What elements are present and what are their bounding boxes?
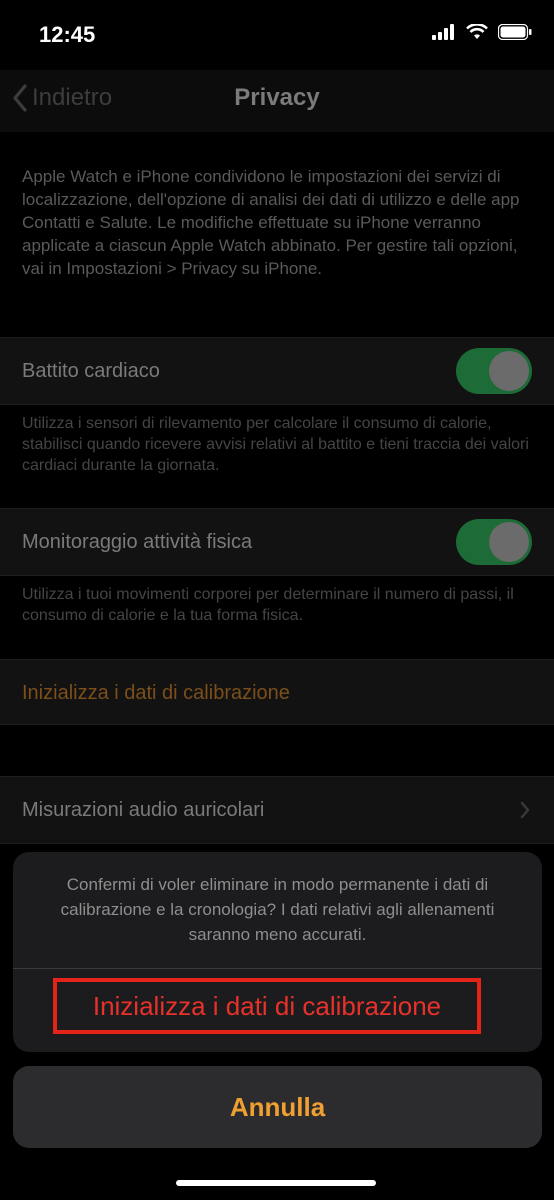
toggle-knob <box>489 351 529 391</box>
reset-calibration-row[interactable]: Inizializza i dati di calibrazione <box>0 659 554 725</box>
reset-calibration-confirm-button[interactable]: Inizializza i dati di calibrazione <box>53 978 481 1034</box>
cancel-button[interactable]: Annulla <box>13 1066 542 1148</box>
cellular-signal-icon <box>432 24 454 40</box>
wifi-icon <box>466 24 488 39</box>
toggle-knob <box>489 522 529 562</box>
fitness-tracking-row: Monitoraggio attività fisica <box>0 508 554 576</box>
intro-description: Apple Watch e iPhone condividono le impo… <box>22 167 520 278</box>
fitness-tracking-description: Utilizza i tuoi movimenti corporei per d… <box>22 586 514 624</box>
action-sheet-message: Confermi di voler eliminare in modo perm… <box>60 875 495 944</box>
headphone-audio-row[interactable]: Misurazioni audio auricolari <box>0 776 554 844</box>
heart-rate-description: Utilizza i sensori di rilevamento per ca… <box>22 415 529 474</box>
page-title: Privacy <box>234 84 320 111</box>
heart-rate-row: Battito cardiaco <box>0 337 554 405</box>
chevron-right-icon <box>520 801 530 819</box>
heart-rate-label: Battito cardiaco <box>22 360 160 382</box>
status-time: 12:45 <box>39 22 96 47</box>
action-sheet: Confermi di voler eliminare in modo perm… <box>13 852 542 1052</box>
fitness-tracking-toggle[interactable] <box>456 519 532 565</box>
navigation-bar: Indietro Privacy <box>0 70 554 132</box>
status-bar: 12:45 <box>0 0 554 70</box>
battery-icon <box>498 24 532 40</box>
heart-rate-toggle[interactable] <box>456 348 532 394</box>
fitness-tracking-label: Monitoraggio attività fisica <box>22 531 253 553</box>
status-icons <box>432 24 532 40</box>
divider <box>13 968 542 969</box>
reset-calibration-label: Inizializza i dati di calibrazione <box>22 682 290 704</box>
home-indicator[interactable] <box>176 1180 376 1186</box>
headphone-audio-label: Misurazioni audio auricolari <box>22 799 265 821</box>
